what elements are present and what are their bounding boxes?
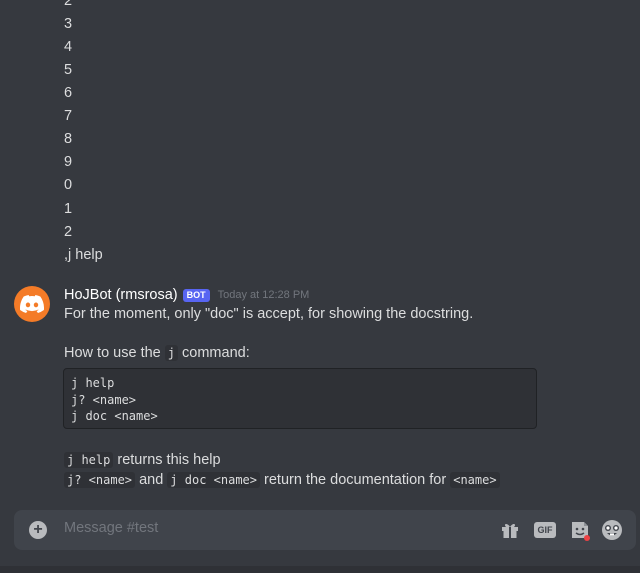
prev-line: ,j help	[64, 247, 103, 263]
gif-icon[interactable]: GIF	[533, 518, 557, 542]
help-text: returns this help	[117, 452, 221, 468]
inline-code: j	[164, 345, 178, 361]
inline-code: j doc <name>	[167, 472, 260, 488]
prev-line: 0	[64, 177, 73, 193]
message-composer[interactable]: + Message #test GIF	[14, 510, 636, 550]
avatar[interactable]	[14, 286, 50, 322]
bot-badge: BOT	[182, 288, 210, 302]
prev-line: 6	[64, 85, 73, 101]
plus-circle-icon[interactable]: +	[29, 521, 47, 539]
timestamp: Today at 12:28 PM	[217, 289, 310, 301]
sticker-icon[interactable]	[568, 518, 592, 542]
howto-prefix: How to use the	[64, 345, 161, 361]
prev-line: 5	[64, 62, 73, 78]
code-block: j help j? <name> j doc <name>	[63, 368, 537, 429]
prev-line: 9	[64, 154, 73, 170]
message-doc-line: j? <name> and j doc <name> return the do…	[64, 470, 500, 490]
gift-icon[interactable]	[498, 518, 522, 542]
author-name[interactable]: HoJBot (rmsrosa)	[64, 287, 178, 303]
prev-line: 7	[64, 108, 73, 124]
message-header: HoJBot (rmsrosa) BOT Today at 12:28 PM	[64, 285, 309, 305]
howto-suffix: command:	[182, 345, 250, 361]
message-howto-line: How to use the j command:	[64, 343, 250, 363]
doc-text: return the documentation for	[264, 472, 447, 488]
prev-line: 8	[64, 131, 73, 147]
message-input[interactable]: Message #test	[64, 520, 158, 536]
prev-line: 1	[64, 201, 73, 217]
bottom-strip	[0, 566, 640, 573]
prev-line: 2	[64, 224, 73, 240]
inline-code: j? <name>	[64, 472, 136, 488]
inline-code: j help	[64, 452, 114, 468]
inline-code: <name>	[450, 472, 500, 488]
prev-line: 3	[64, 16, 73, 32]
prev-line: 4	[64, 39, 73, 55]
gif-label: GIF	[534, 522, 556, 538]
discord-logo-icon	[20, 295, 44, 313]
emoji-icon[interactable]	[600, 518, 624, 542]
message-line-1: For the moment, only "doc" is accept, fo…	[64, 306, 474, 322]
prev-line: 2	[64, 0, 73, 9]
message-help-line: j help returns this help	[64, 450, 221, 470]
doc-and: and	[139, 472, 164, 488]
